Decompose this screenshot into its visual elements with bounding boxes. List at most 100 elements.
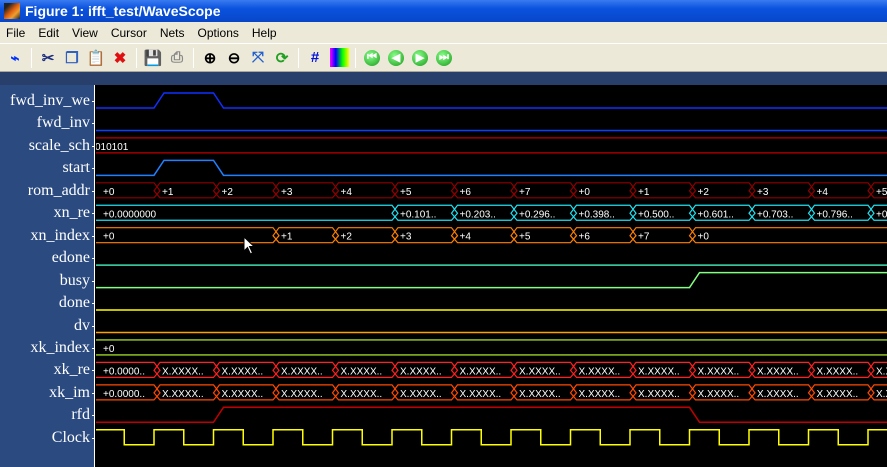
go-first-button[interactable]: ⏮ xyxy=(362,47,383,68)
header-strip xyxy=(0,72,887,85)
bus-value: +0.203.. xyxy=(460,209,496,220)
signal-label-xk-re[interactable]: xk_re xyxy=(54,361,95,379)
waveform-xn-re[interactable]: +0.0000000 +0.101.. +0.203.. +0.296.. +0.398… xyxy=(96,204,887,221)
bus-value: X.XXXX.. xyxy=(400,366,442,377)
go-back-button[interactable]: ◀ xyxy=(386,47,407,68)
go-forward-icon: ▶ xyxy=(412,49,428,66)
signal-label-xn-re[interactable]: xn_re xyxy=(54,204,95,222)
bus-value: X.XXXX.. xyxy=(400,389,442,400)
zoom-fit-button[interactable]: ⤧ xyxy=(248,47,269,68)
menu-file[interactable]: File xyxy=(0,26,32,40)
bus-value: +0.703.. xyxy=(757,209,793,220)
bus-value: X.XXXX.. xyxy=(698,389,740,400)
waveform-start[interactable] xyxy=(96,159,887,177)
waveform-area[interactable]: 010101 +0 +1 +2 +3 +4 +5 +6 +7 +0 +1 +2 +3 +4 +5 +0.000… xyxy=(96,85,887,467)
window-title: Figure 1: ifft_test/WaveScope xyxy=(25,3,221,19)
grid-button[interactable]: # xyxy=(305,47,326,68)
bus-value: +5 xyxy=(400,187,412,198)
paste-button[interactable]: 📋 xyxy=(86,47,107,68)
bus-value: +0.398.. xyxy=(579,209,615,220)
refresh-button[interactable]: ⟳ xyxy=(272,47,293,68)
bus-value: X.XXXX.. xyxy=(698,366,740,377)
bus-value: +4 xyxy=(460,232,472,243)
signal-trace xyxy=(96,92,887,109)
bus-value: +6 xyxy=(460,187,472,198)
signal-label-xn-index[interactable]: xn_index xyxy=(30,227,94,245)
paste-icon: 📋 xyxy=(86,49,106,67)
waveform-Clock[interactable] xyxy=(96,429,887,446)
signal-label-fwd-inv[interactable]: fwd_inv xyxy=(37,114,95,132)
menu-nets[interactable]: Nets xyxy=(154,26,192,40)
signal-label-Clock[interactable]: Clock xyxy=(52,429,95,447)
waveform-xn-index[interactable]: +0 +1 +2 +3 +4 +5 +6 +7 +0 xyxy=(96,227,887,244)
bus-value: X.XXXX.. xyxy=(757,389,799,400)
go-forward-button[interactable]: ▶ xyxy=(410,47,431,68)
waveform-xk-im[interactable]: +0.0000.. X.XXXX.. X.XXXX.. X.XXXX.. X.XXXX.… xyxy=(96,384,887,401)
menu-view[interactable]: View xyxy=(66,26,105,40)
bus-value: X.XXXX.. xyxy=(162,366,204,377)
menu-help[interactable]: Help xyxy=(246,26,284,40)
bus-value: +0.0000000 xyxy=(103,209,157,220)
bus-value: X.XXXX.. xyxy=(162,389,204,400)
signal-label-xk-index[interactable]: xk_index xyxy=(30,339,94,357)
bus-value: X.XXXX.. xyxy=(222,389,264,400)
signal-label-rom-addr[interactable]: rom_addr xyxy=(28,182,95,200)
zoom-in-button[interactable]: ⊕ xyxy=(200,47,221,68)
bus-value: +3 xyxy=(281,187,293,198)
bus-value: +0 xyxy=(103,232,115,243)
zoom-out-button[interactable]: ⊖ xyxy=(224,47,245,68)
bus-value: X.XXXX.. xyxy=(281,389,323,400)
signal-label-start[interactable]: start xyxy=(62,159,94,177)
delete-icon: ✖ xyxy=(113,49,127,67)
bus-value: +6 xyxy=(579,232,591,243)
bus-value: X.XXXX.. xyxy=(460,366,502,377)
signal-label-rfd[interactable]: rfd xyxy=(71,406,94,424)
menu-cursor[interactable]: Cursor xyxy=(105,26,154,40)
zoom-out-icon: ⊖ xyxy=(227,49,241,67)
signal-name-panel: fwd_inv_we fwd_inv scale_schstart rom_addrx… xyxy=(0,85,95,467)
signal-label-xk-im[interactable]: xk_im xyxy=(49,384,94,402)
bus-value: +7 xyxy=(519,187,531,198)
bus-value: X.XXXX.. xyxy=(817,389,859,400)
bus-value: +0.601.. xyxy=(698,209,734,220)
colormap-button[interactable] xyxy=(329,47,350,68)
go-last-button[interactable]: ⏭ xyxy=(434,47,455,68)
waveform-busy[interactable] xyxy=(96,271,887,289)
bus-value: +2 xyxy=(341,232,353,243)
waveform-scale-sch[interactable]: 010101 xyxy=(96,137,887,154)
bus-value: +0.0000.. xyxy=(103,389,145,400)
signal-label-done[interactable]: done xyxy=(59,294,95,312)
bus-value: +3 xyxy=(400,232,412,243)
bus-value: +5 xyxy=(876,187,887,198)
signal-label-fwd-inv-we[interactable]: fwd_inv_we xyxy=(10,92,94,110)
cut-button[interactable]: ✂ xyxy=(38,47,59,68)
signal-label-edone[interactable]: edone xyxy=(52,249,95,267)
delete-button[interactable]: ✖ xyxy=(110,47,131,68)
bus-value: +4 xyxy=(817,187,829,198)
copy-button[interactable]: ❐ xyxy=(62,47,83,68)
waveform-rfd[interactable] xyxy=(96,406,887,424)
waveform-xk-index[interactable]: +0 xyxy=(96,339,887,356)
signal-trace xyxy=(96,271,887,289)
bus-value: +0 xyxy=(103,187,115,198)
menu-options[interactable]: Options xyxy=(192,26,246,40)
signal-label-busy[interactable]: busy xyxy=(60,272,95,290)
bus-value: +0.0000.. xyxy=(103,366,145,377)
bus-value: +0.500.. xyxy=(638,209,674,220)
menu-edit[interactable]: Edit xyxy=(32,26,66,40)
toolbar-separator xyxy=(193,47,194,68)
waveform-fwd-inv-we[interactable] xyxy=(96,92,887,109)
bus-value: +1 xyxy=(638,187,650,198)
add-signal-button[interactable]: ⌁ xyxy=(5,47,26,68)
colormap-icon xyxy=(329,48,349,67)
bus-value: +0 xyxy=(103,344,115,355)
signal-label-scale-sch[interactable]: scale_sch xyxy=(29,137,95,155)
bus-value: X.XXXX.. xyxy=(876,366,887,377)
signal-label-dv[interactable]: dv xyxy=(74,317,94,335)
waveform-xk-re[interactable]: +0.0000.. X.XXXX.. X.XXXX.. X.XXXX.. X.XXXX.… xyxy=(96,361,887,378)
bus-value: +7 xyxy=(638,232,650,243)
bus-value: X.XXXX.. xyxy=(341,366,383,377)
save-button[interactable]: 💾 xyxy=(143,47,164,68)
print-button[interactable]: ⎙ xyxy=(167,47,188,68)
waveform-rom-addr[interactable]: +0 +1 +2 +3 +4 +5 +6 +7 +0 +1 +2 +3 +4 +5 xyxy=(96,182,887,199)
